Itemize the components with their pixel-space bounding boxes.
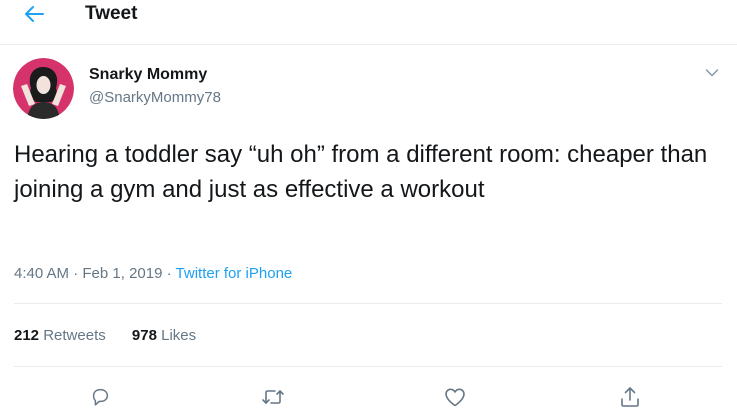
retweet-icon xyxy=(262,390,284,404)
meta-separator: · xyxy=(73,265,79,282)
divider xyxy=(14,303,722,304)
meta-separator: · xyxy=(166,265,172,282)
likes-stat[interactable]: 978 Likes xyxy=(132,326,196,346)
author-name[interactable]: Snarky Mommy xyxy=(89,64,207,86)
retweet-button[interactable] xyxy=(259,384,287,410)
tweet-meta: 4:40 AM · Feb 1, 2019 · Twitter for iPho… xyxy=(14,264,292,284)
tweet-time[interactable]: 4:40 AM xyxy=(14,265,69,282)
chevron-down-icon xyxy=(705,69,719,77)
tweet-text: Hearing a toddler say “uh oh” from a dif… xyxy=(14,141,708,203)
back-button[interactable] xyxy=(20,2,48,26)
tweet-date[interactable]: Feb 1, 2019 xyxy=(82,265,162,282)
tweet-source-link[interactable]: Twitter for iPhone xyxy=(176,265,293,282)
page-title: Tweet xyxy=(85,3,138,24)
likes-label: Likes xyxy=(161,327,197,344)
reply-icon xyxy=(92,388,109,406)
retweets-count: 212 xyxy=(14,327,40,344)
retweets-stat[interactable]: 212 Retweets xyxy=(14,326,106,346)
author-handle[interactable]: @SnarkyMommy78 xyxy=(89,88,221,108)
likes-count: 978 xyxy=(131,327,157,344)
like-icon xyxy=(445,388,465,407)
reply-button[interactable] xyxy=(86,384,114,410)
divider xyxy=(14,366,722,367)
avatar[interactable] xyxy=(13,58,74,119)
arrow-left-icon xyxy=(25,6,44,22)
page-header: Tweet xyxy=(0,0,737,45)
share-button[interactable] xyxy=(616,384,644,410)
like-button[interactable] xyxy=(441,384,469,410)
retweets-label: Retweets xyxy=(43,327,106,344)
share-icon xyxy=(621,387,639,407)
tweet-stats: 212 Retweets 978 Likes xyxy=(14,326,196,346)
tweet-menu-button[interactable] xyxy=(700,62,724,84)
